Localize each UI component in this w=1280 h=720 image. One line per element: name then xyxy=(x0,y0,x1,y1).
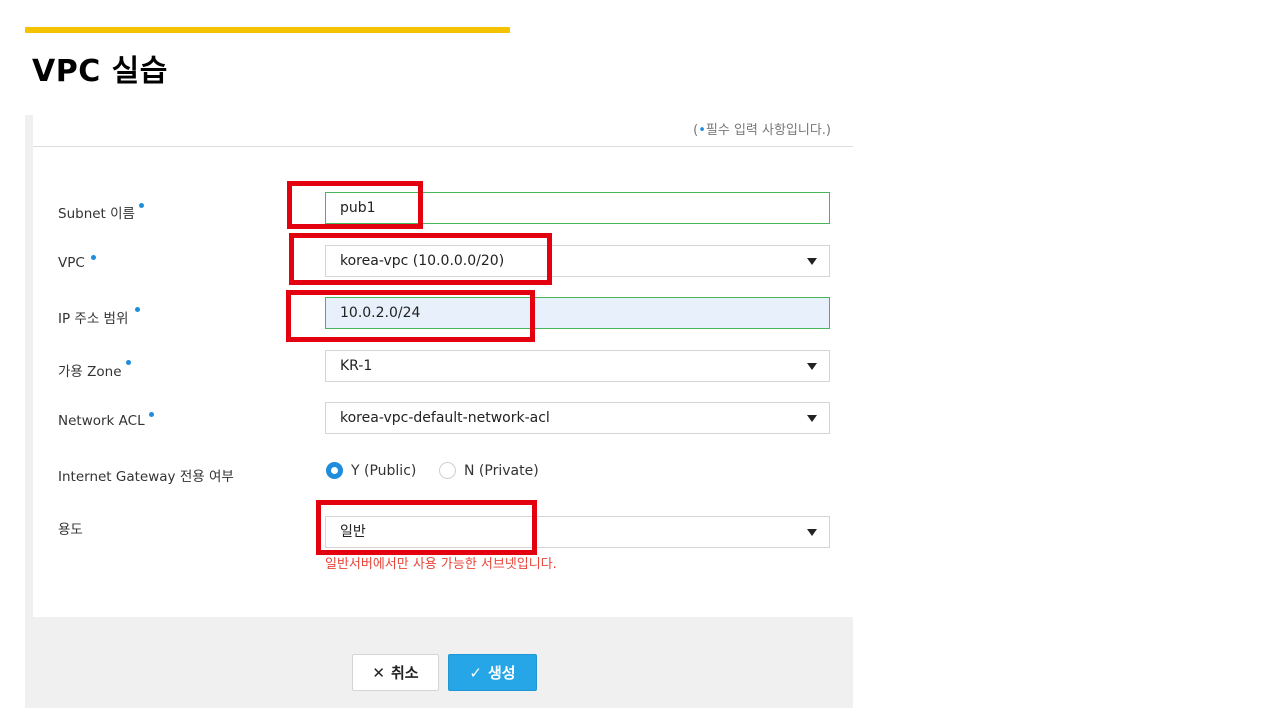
divider xyxy=(33,146,853,147)
network-acl-label: Network ACL xyxy=(58,413,145,429)
slide-title: VPC 실습 xyxy=(32,54,168,89)
chevron-down-icon xyxy=(807,415,817,422)
required-dot xyxy=(135,307,140,312)
usage-label: 용도 xyxy=(58,522,83,538)
network-acl-select-value: korea-vpc-default-network-acl xyxy=(340,410,550,426)
cancel-button-label: 취소 xyxy=(390,664,419,682)
required-dot xyxy=(139,203,144,208)
accent-bar xyxy=(25,27,510,33)
igw-option-yes-label: Y (Public) xyxy=(351,462,417,479)
chevron-down-icon xyxy=(807,258,817,265)
chevron-down-icon xyxy=(807,363,817,370)
slide: VPC 실습 (•필수 입력 사항입니다.) Subnet 이름 VPC kor… xyxy=(0,0,1280,720)
close-icon: ✕ xyxy=(372,663,385,682)
igw-option-yes[interactable]: Y (Public) xyxy=(326,462,416,479)
required-dot xyxy=(91,255,96,260)
zone-label: 가용 Zone xyxy=(58,364,122,380)
subnet-name-label: Subnet 이름 xyxy=(58,206,135,222)
highlight-box-vpc xyxy=(289,233,552,285)
igw-option-no-label: N (Private) xyxy=(464,462,539,479)
vpc-label: VPC xyxy=(58,255,85,271)
zone-select-value: KR-1 xyxy=(340,358,373,374)
igw-option-no[interactable]: N (Private) xyxy=(439,462,539,479)
ip-range-label: IP 주소 범위 xyxy=(58,311,129,327)
zone-select[interactable]: KR-1 xyxy=(325,350,830,382)
required-dot xyxy=(149,412,154,417)
radio-unchecked-icon[interactable] xyxy=(439,462,456,479)
igw-label: Internet Gateway 전용 여부 xyxy=(58,469,234,485)
highlight-box-subnet-name xyxy=(287,181,423,229)
highlight-box-ip-range xyxy=(286,290,535,342)
required-dot xyxy=(126,360,131,365)
highlight-box-usage xyxy=(316,500,537,555)
cancel-button[interactable]: ✕ 취소 xyxy=(352,654,439,691)
required-note: (•필수 입력 사항입니다.) xyxy=(693,119,831,138)
check-icon: ✓ xyxy=(469,663,482,682)
network-acl-select[interactable]: korea-vpc-default-network-acl xyxy=(325,402,830,434)
create-button[interactable]: ✓ 생성 xyxy=(448,654,537,691)
required-note-text: 필수 입력 사항입니다.) xyxy=(705,123,831,138)
radio-checked-icon[interactable] xyxy=(326,462,343,479)
screenshot-area: (•필수 입력 사항입니다.) Subnet 이름 VPC korea-vpc … xyxy=(25,115,853,708)
usage-warning: 일반서버에서만 사용 가능한 서브넷입니다. xyxy=(325,557,557,572)
create-button-label: 생성 xyxy=(487,664,516,682)
chevron-down-icon xyxy=(807,529,817,536)
required-note-dot: • xyxy=(698,123,706,138)
